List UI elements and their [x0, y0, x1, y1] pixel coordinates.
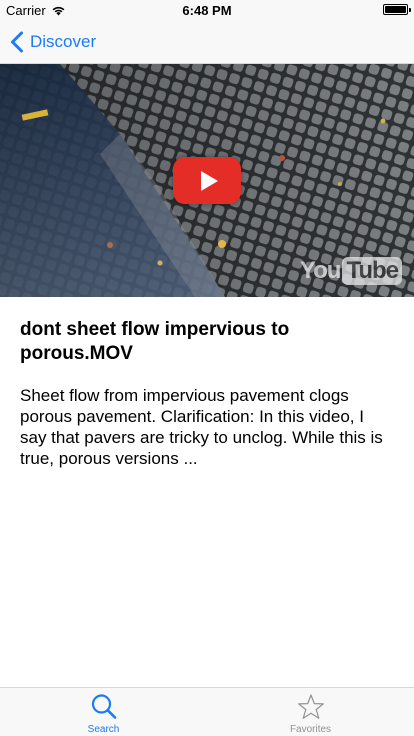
- back-button-label: Discover: [30, 32, 97, 51]
- battery-icon: [383, 4, 411, 15]
- battery-tip: [409, 8, 411, 12]
- youtube-logo: You Tube: [300, 257, 402, 285]
- tab-search-label: Search: [87, 724, 120, 735]
- search-icon: [91, 694, 116, 719]
- tab-favorites-label: Favorites: [289, 724, 332, 735]
- status-bar: Carrier 6:48 PM: [0, 0, 414, 20]
- chevron-left-icon: [11, 31, 23, 53]
- video-title: dont sheet flow impervious to porous.MOV: [20, 319, 290, 364]
- status-time: 6:48 PM: [182, 3, 232, 18]
- video-description: Sheet flow from impervious pavement clog…: [20, 386, 383, 468]
- play-icon: [200, 170, 218, 191]
- back-button[interactable]: Discover: [10, 30, 96, 54]
- tab-favorites[interactable]: Favorites: [207, 688, 414, 736]
- tab-search[interactable]: Search: [0, 688, 207, 736]
- tab-bar: Search Favorites: [0, 687, 414, 736]
- battery-indicator: [383, 4, 411, 15]
- play-button[interactable]: [173, 157, 241, 204]
- battery-fill: [385, 6, 406, 13]
- youtube-logo-you: You: [299, 257, 342, 284]
- navigation-bar: Discover: [0, 20, 414, 64]
- screen: Carrier 6:48 PM Discover You Tube dont s…: [0, 0, 414, 736]
- youtube-logo-tube: Tube: [342, 257, 402, 285]
- video-player[interactable]: You Tube: [0, 64, 414, 297]
- star-icon: [297, 694, 324, 719]
